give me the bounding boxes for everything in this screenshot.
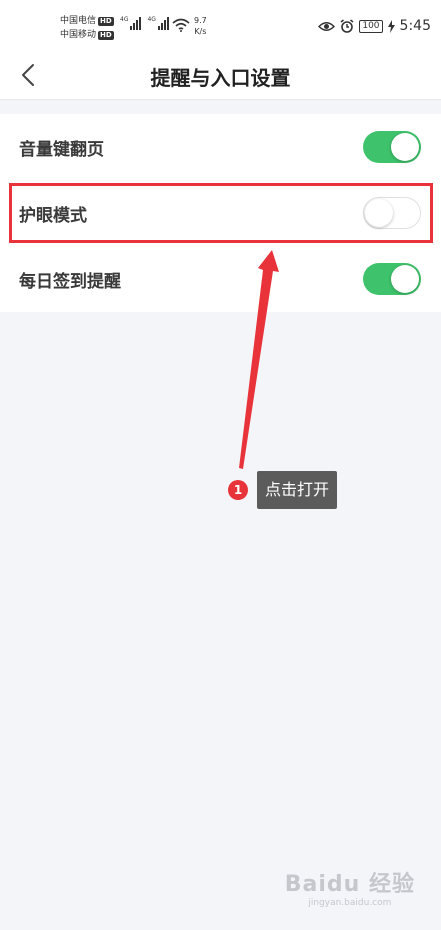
setting-label: 每日签到提醒	[19, 271, 121, 292]
carrier-info: 中国电信 HD 中国移动 HD	[60, 14, 114, 42]
page-title: 提醒与入口设置	[150, 66, 291, 90]
hd-badge-1: HD	[98, 16, 114, 26]
daily-checkin-reminder-toggle[interactable]	[363, 263, 421, 295]
status-bar: 中国电信 HD 中国移动 HD 4G 4G 9.7 K/s 100 5:45	[0, 0, 441, 50]
watermark-logo: Baidu 经验 jingyan.baidu.com	[285, 866, 415, 908]
signal-icons: 4G 4G	[120, 16, 169, 30]
alarm-icon	[340, 19, 354, 33]
toggle-knob	[365, 199, 393, 227]
eye-protection-toggle[interactable]	[363, 197, 421, 229]
setting-row-daily-checkin-reminder: 每日签到提醒	[0, 246, 441, 312]
setting-row-volume-key-page-turn: 音量键翻页	[0, 114, 441, 180]
setting-label: 护眼模式	[19, 205, 87, 226]
tip-label: 点击打开	[257, 471, 338, 509]
hd-badge-2: HD	[98, 30, 114, 40]
step-number-badge: 1	[228, 480, 248, 500]
page-header: 提醒与入口设置	[0, 50, 441, 100]
clock: 5:45	[399, 18, 431, 34]
toggle-knob	[391, 133, 419, 161]
carrier-2: 中国移动	[60, 30, 97, 40]
volume-key-page-turn-toggle[interactable]	[363, 131, 421, 163]
watermark-main: Baidu 经验	[284, 872, 415, 897]
charging-icon	[387, 19, 395, 33]
status-right: 100 5:45	[318, 18, 431, 34]
network-speed: 9.7 K/s	[194, 16, 207, 36]
battery-indicator: 100	[359, 19, 383, 33]
carrier-1: 中国电信	[60, 16, 97, 26]
settings-list: 音量键翻页 护眼模式 每日签到提醒	[0, 114, 441, 312]
setting-label: 音量键翻页	[19, 139, 104, 160]
signal-icon: 4G	[120, 16, 142, 30]
wifi-icon	[172, 18, 190, 32]
watermark-sub: jingyan.baidu.com	[308, 898, 392, 908]
setting-row-eye-protection: 护眼模式	[0, 180, 441, 246]
signal-icon: 4G	[147, 16, 169, 30]
toggle-knob	[391, 265, 419, 293]
eye-icon	[318, 21, 336, 31]
